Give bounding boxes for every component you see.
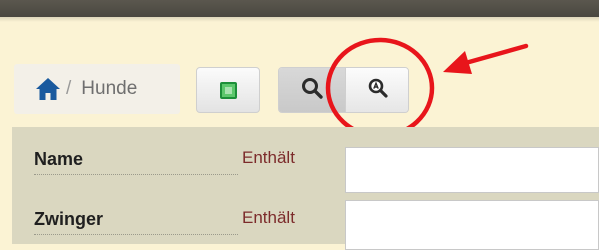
filter-label-underline [34,174,238,175]
search-button[interactable] [279,68,345,112]
search-button-group [278,67,409,113]
advanced-search-button[interactable] [345,68,408,112]
breadcrumb: / Hunde [14,64,180,114]
filter-row-name: Name Enthält [12,127,599,193]
advanced-search-icon [367,77,389,104]
filter-label-underline [34,234,238,235]
annotation-arrow-shaft [459,43,529,67]
filter-operator-name[interactable]: Enthält [242,148,295,168]
filter-row-zwinger: Zwinger Enthält [12,187,599,250]
green-action-button[interactable] [196,67,260,113]
annotation-arrow-head [443,51,472,74]
filter-label-zwinger: Zwinger [34,209,104,229]
filter-operator-zwinger[interactable]: Enthält [242,208,295,228]
home-icon[interactable] [34,76,62,102]
search-icon [300,76,324,105]
top-bar [0,0,599,17]
zwinger-filter-input[interactable] [345,200,599,250]
filter-panel: Name Enthält Zwinger Enthält [12,127,599,250]
top-bar-shadow [0,17,599,22]
green-square-icon [219,81,237,99]
breadcrumb-separator: / [66,78,72,99]
filter-label-name: Name [34,149,84,169]
breadcrumb-item-hunde[interactable]: Hunde [81,78,137,100]
